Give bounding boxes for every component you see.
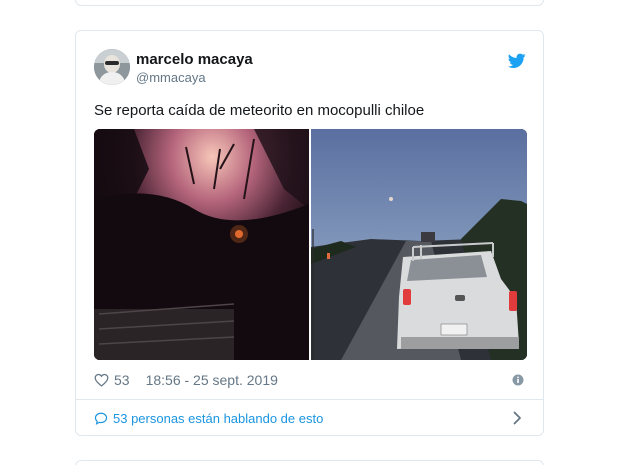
conversation-text[interactable]: 53 personas están hablando de esto xyxy=(113,411,323,426)
tweet-media[interactable] xyxy=(94,129,527,360)
embedded-tweet[interactable]: marcelo macaya @mmacaya Se reporta caída… xyxy=(75,30,544,436)
tweet-meta: 53 18:56 - 25 sept. 2019 xyxy=(94,371,278,389)
tweet-photo-fire[interactable] xyxy=(94,129,309,360)
twitter-bird-icon[interactable] xyxy=(508,53,526,69)
next-embedded-tweet xyxy=(75,460,544,465)
conversation-link[interactable]: 53 personas están hablando de esto xyxy=(94,409,323,427)
tweet-text: Se reporta caída de meteorito en mocopul… xyxy=(94,102,425,119)
info-icon[interactable] xyxy=(512,374,524,386)
tweet-photo-road[interactable] xyxy=(311,129,527,360)
divider xyxy=(76,399,543,400)
author-handle[interactable]: @mmacaya xyxy=(136,70,206,85)
heart-icon[interactable] xyxy=(94,373,109,387)
tweet-timestamp[interactable]: 18:56 - 25 sept. 2019 xyxy=(146,372,278,388)
speech-bubble-icon xyxy=(94,412,108,425)
chevron-right-icon[interactable] xyxy=(513,411,522,425)
previous-embedded-tweet xyxy=(75,0,544,6)
like-count[interactable]: 53 xyxy=(114,372,130,388)
author-name[interactable]: marcelo macaya xyxy=(136,51,253,68)
avatar[interactable] xyxy=(94,49,130,85)
